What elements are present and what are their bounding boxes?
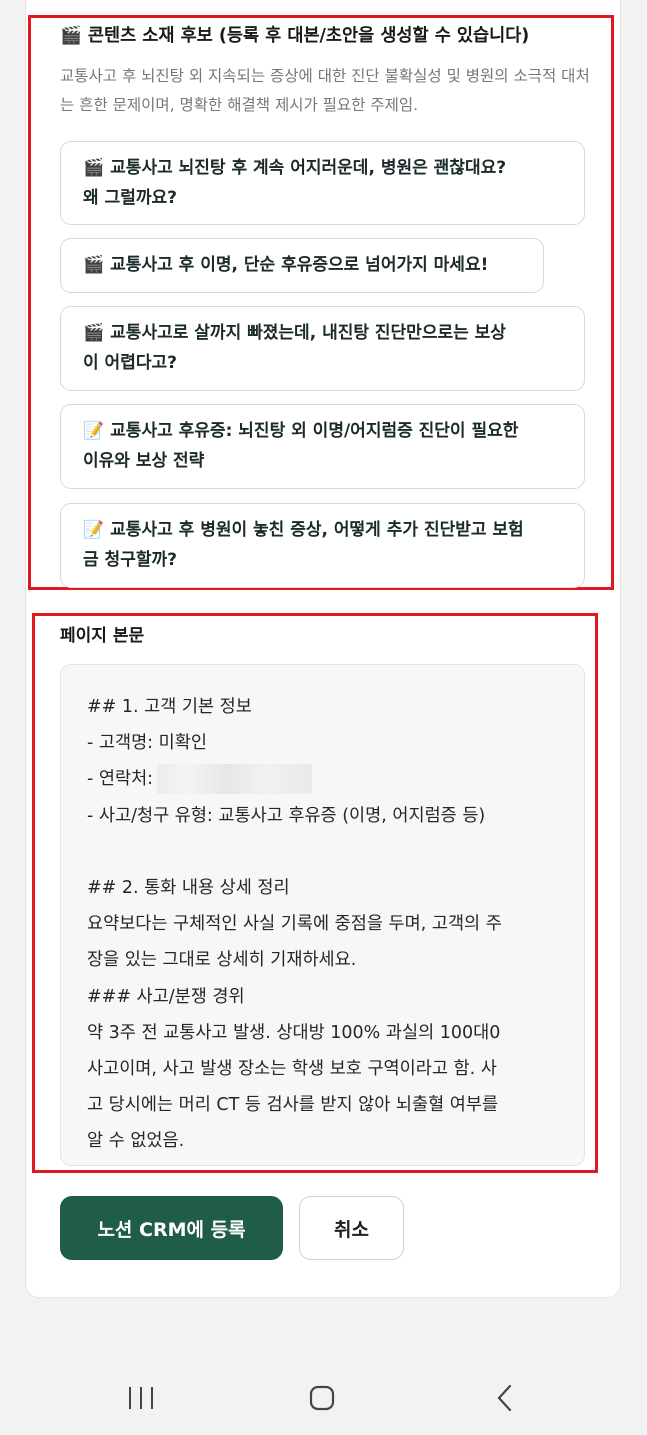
body-line: ## 1. 고객 기본 정보 [87,697,252,717]
candidate-text-cont: 이유와 보상 전략 [83,451,205,471]
back-icon[interactable] [482,1382,526,1414]
system-nav-bar [0,1360,647,1435]
body-line: - 고객명: 미확인 [87,733,207,754]
candidate-text-cont: 금 청구할까? [83,550,177,570]
candidate-chip[interactable]: 🎬 교통사고 뇌진탕 후 계속 어지러운데, 병원은 괜찮대요? 왜 그럴까요? [60,141,585,225]
content-candidates-title: 🎬 콘텐츠 소재 후보 (등록 후 대본/초안을 생성할 수 있습니다) [60,26,530,46]
body-line: 사고이며, 사고 발생 장소는 학생 보호 구역이라고 함. 사 [87,1059,497,1080]
page-body-label: 페이지 본문 [60,626,145,646]
body-line: ## 2. 통화 내용 상세 정리 [87,878,290,898]
body-line: ### 사고/분쟁 경위 [87,986,245,1007]
candidate-text: 교통사고 후유증: 뇌진탕 외 이명/어지럼증 진단이 필요한 [110,421,519,441]
clapper-icon: 🎬 [83,255,105,275]
candidate-text: 교통사고 뇌진탕 후 계속 어지러운데, 병원은 괜찮대요? [110,158,507,178]
candidate-text-cont: 이 어렵다고? [83,353,177,373]
recent-apps-icon[interactable] [119,1382,163,1414]
memo-icon: 📝 [83,520,105,540]
page-body-textarea[interactable]: ## 1. 고객 기본 정보 - 고객명: 미확인 - 연락처: - 사고/청구… [60,664,585,1166]
body-line: 요약보다는 구체적인 사실 기록에 중점을 두며, 고객의 주 [87,914,502,935]
body-line: - 사고/청구 유형: 교통사고 후유증 (이명, 어지럼증 등) [87,805,486,826]
candidate-chip[interactable]: 🎬 교통사고로 살까지 빠졌는데, 내진탕 진단만으로는 보상 이 어렵다고? [60,306,585,391]
candidate-text: 교통사고 후 이명, 단순 후유증으로 넘어가지 마세요! [110,255,489,275]
clapper-icon: 🎬 [83,158,105,178]
memo-icon: 📝 [83,421,105,441]
body-line: 장을 있는 그대로 상세히 기재하세요. [87,950,357,971]
body-line: 알 수 없었음. [87,1131,185,1152]
body-line: 약 3주 전 교통사고 발생. 상대방 100% 과실의 100대0 [87,1022,501,1043]
home-icon[interactable] [300,1382,344,1414]
body-line: 고 당시에는 머리 CT 등 검사를 받지 않아 뇌출혈 여부를 [87,1095,499,1116]
cancel-button[interactable]: 취소 [299,1196,404,1260]
redacted-contact [157,764,313,795]
candidate-text: 교통사고로 살까지 빠졌는데, 내진탕 진단만으로는 보상 [110,323,506,343]
register-notion-crm-button[interactable]: 노션 CRM에 등록 [60,1196,283,1260]
content-candidates-description: 교통사고 후 뇌진탕 외 지속되는 증상에 대한 진단 불확실성 및 병원의 소… [60,67,590,114]
candidate-chip[interactable]: 🎬 교통사고 후 이명, 단순 후유증으로 넘어가지 마세요! [60,238,544,293]
candidate-text: 교통사고 후 병원이 놓친 증상, 어떻게 추가 진단받고 보험 [110,520,524,540]
candidate-chip[interactable]: 📝 교통사고 후 병원이 놓친 증상, 어떻게 추가 진단받고 보험 금 청구할까… [60,503,585,588]
candidate-chip[interactable]: 📝 교통사고 후유증: 뇌진탕 외 이명/어지럼증 진단이 필요한 이유와 보상 … [60,404,585,489]
candidate-text-cont: 왜 그럴까요? [83,188,177,208]
body-line: - 연락처: [87,769,154,790]
clapper-icon: 🎬 [83,323,105,343]
body-blank-line [87,834,564,870]
